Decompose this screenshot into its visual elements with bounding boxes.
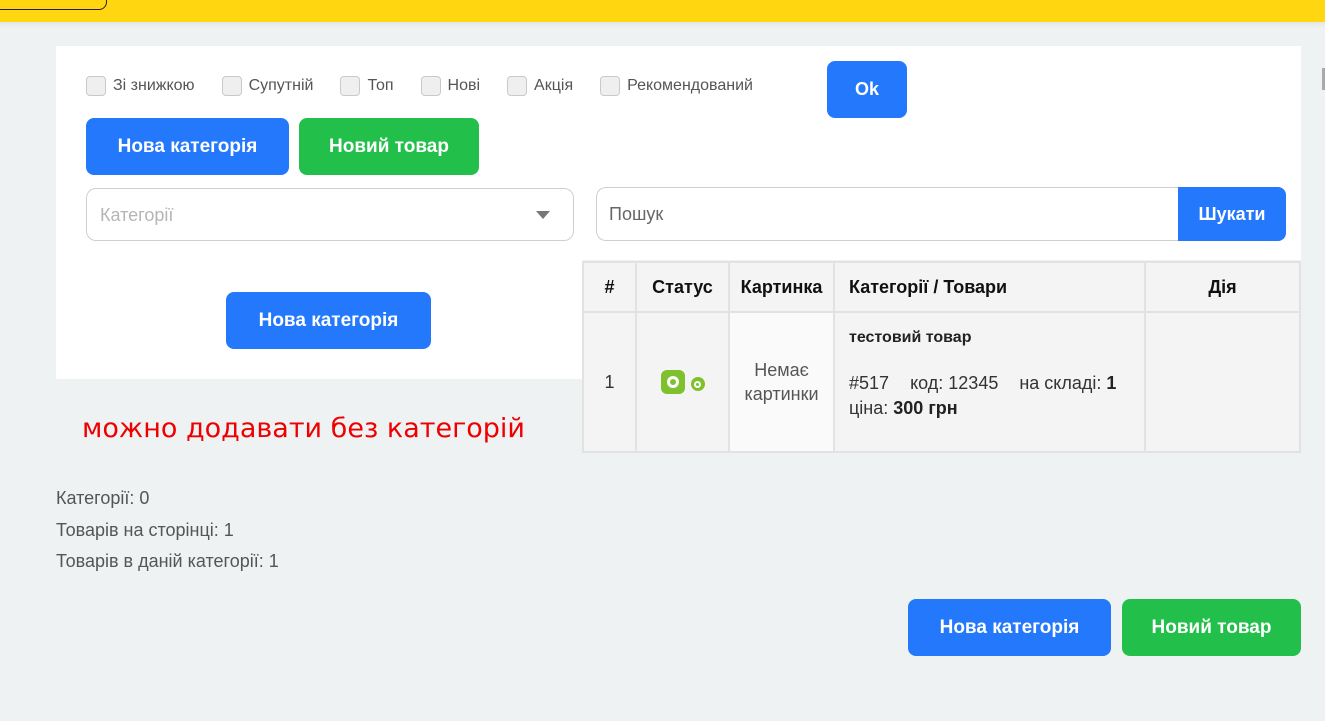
row-status <box>635 311 730 453</box>
product-meta: #517 код: 12345 на складі: 1 ціна: 300 г… <box>849 371 1144 421</box>
header-number: # <box>582 261 637 313</box>
checkbox[interactable] <box>221 76 242 96</box>
filter-discount[interactable]: Зі знижкою <box>86 76 195 96</box>
visible-dot-icon[interactable] <box>690 377 705 391</box>
header-image: Картинка <box>728 261 835 313</box>
filter-promo[interactable]: Акція <box>507 76 573 96</box>
row-number: 1 <box>582 311 637 453</box>
header-name: Категорії / Товари <box>833 261 1146 313</box>
row-image: Немає картинки <box>728 311 835 453</box>
new-category-button-bottom[interactable]: Нова категорія <box>908 599 1111 656</box>
table-row: 1 Немає картинки тестовий товар #517 код… <box>582 311 1301 453</box>
new-product-button[interactable]: Новий товар <box>299 118 479 175</box>
filter-label: Супутній <box>248 77 314 94</box>
top-header-bar <box>0 0 1325 22</box>
category-panel: Нова категорія <box>56 260 582 379</box>
product-stock-label: на складі: <box>1019 373 1102 393</box>
row-action <box>1144 311 1301 453</box>
product-price: 300 грн <box>893 398 958 418</box>
product-code-label: код: <box>910 373 944 393</box>
checkbox[interactable] <box>600 76 621 96</box>
new-product-button-bottom[interactable]: Новий товар <box>1122 599 1301 656</box>
annotation-note: можно додавати без категорій <box>82 413 525 444</box>
stat-products-in-category: Товарів в даній категорії: 1 <box>56 551 279 571</box>
filter-label: Акція <box>534 77 574 94</box>
active-toggle-icon[interactable] <box>660 370 685 394</box>
product-stock: 1 <box>1106 373 1117 393</box>
filter-panel: Зі знижкою Супутній Топ Нові Акція Реком… <box>56 46 1301 260</box>
chevron-down-icon <box>536 211 550 219</box>
checkbox[interactable] <box>86 76 106 96</box>
category-select-placeholder: Категорії <box>100 205 174 225</box>
product-price-label: ціна: <box>849 398 889 418</box>
header-shadow <box>0 22 1325 28</box>
stat-products-on-page: Товарів на сторінці: 1 <box>56 519 234 540</box>
checkbox[interactable] <box>507 76 528 96</box>
filter-label: Рекомендований <box>627 77 753 94</box>
new-category-button[interactable]: Нова категорія <box>86 118 289 175</box>
filter-checkboxes: Зі знижкою Супутній Топ Нові Акція Реком… <box>86 76 780 96</box>
product-code: 12345 <box>948 373 999 393</box>
filter-label: Нові <box>447 77 481 94</box>
filter-top[interactable]: Топ <box>340 76 394 96</box>
header-action: Дія <box>1144 261 1301 313</box>
product-name[interactable]: тестовий товар <box>849 329 1144 347</box>
ok-button[interactable]: Ok <box>827 61 907 118</box>
header-status: Статус <box>635 261 730 313</box>
category-select[interactable]: Категорії <box>86 188 574 241</box>
stats: Категорії: 0 Товарів на сторінці: 1 Това… <box>56 483 279 578</box>
filter-label: Зі знижкою <box>113 77 195 94</box>
products-table: # Статус Картинка Категорії / Товари Дія… <box>582 261 1301 453</box>
checkbox[interactable] <box>340 76 361 96</box>
search-button[interactable]: Шукати <box>1178 187 1286 241</box>
table-header-row: # Статус Картинка Категорії / Товари Дія <box>582 261 1301 313</box>
filter-new[interactable]: Нові <box>420 76 481 96</box>
header-tab[interactable] <box>0 0 107 10</box>
new-category-button[interactable]: Нова категорія <box>226 292 431 349</box>
row-product: тестовий товар #517 код: 12345 на складі… <box>833 311 1146 453</box>
checkbox[interactable] <box>420 76 441 96</box>
filter-label: Топ <box>367 77 394 94</box>
product-id: #517 <box>849 373 890 393</box>
stat-categories: Категорії: 0 <box>56 488 150 508</box>
filter-related[interactable]: Супутній <box>221 76 314 96</box>
search-input[interactable] <box>596 187 1180 241</box>
filter-recommended[interactable]: Рекомендований <box>600 76 753 96</box>
